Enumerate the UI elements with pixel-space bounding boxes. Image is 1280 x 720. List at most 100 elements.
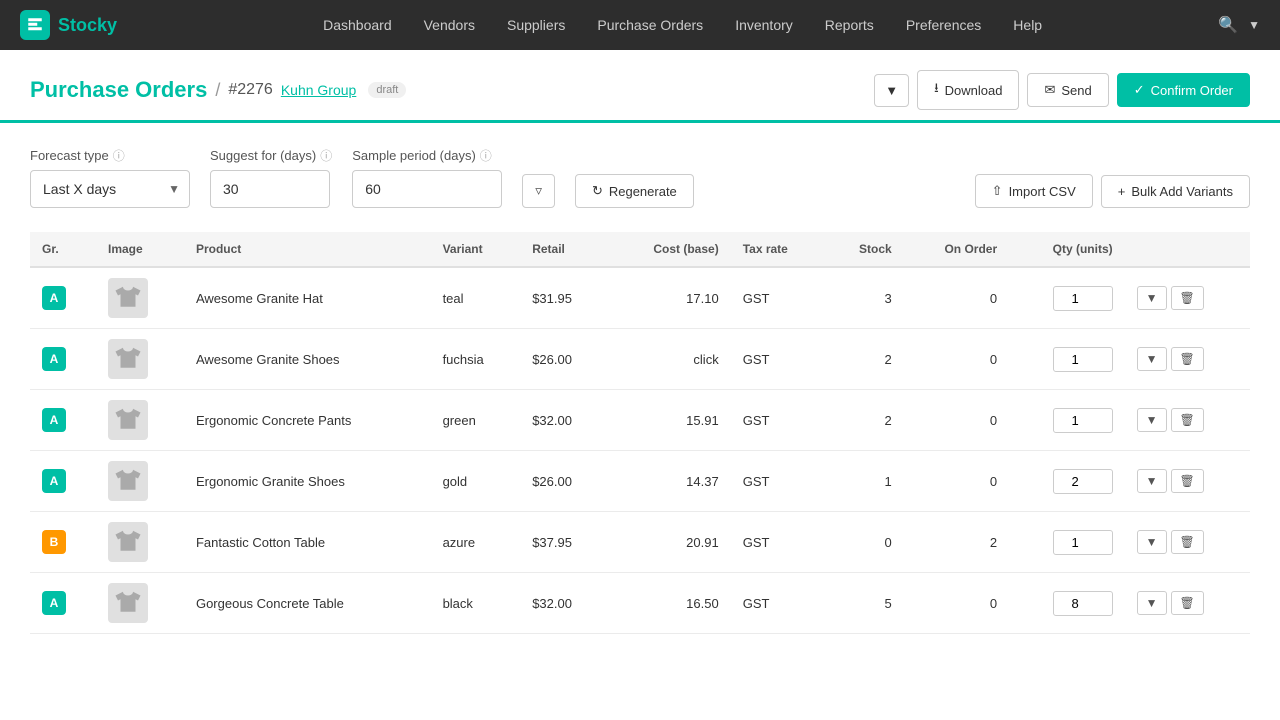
cell-product: Gorgeous Concrete Table bbox=[184, 573, 431, 634]
download-button[interactable]: ⭳ Download bbox=[917, 70, 1019, 110]
bulk-add-variants-button[interactable]: + Bulk Add Variants bbox=[1101, 175, 1250, 208]
table-header: Gr. Image Product Variant Retail Cost (b… bbox=[30, 232, 1250, 267]
row-delete-button[interactable]: 🗑 bbox=[1171, 469, 1204, 493]
product-image bbox=[108, 400, 148, 440]
row-dropdown-button[interactable]: ▼ bbox=[1137, 408, 1167, 432]
nav-suppliers[interactable]: Suppliers bbox=[491, 0, 581, 50]
col-qty: Qty (units) bbox=[1009, 232, 1124, 267]
brand[interactable]: Stocky bbox=[20, 10, 117, 40]
send-icon: ✉ bbox=[1044, 82, 1055, 98]
header-actions: ▼ ⭳ Download ✉ Send ✓ Confirm Order bbox=[874, 70, 1250, 110]
cell-variant: fuchsia bbox=[431, 329, 521, 390]
cell-variant: gold bbox=[431, 451, 521, 512]
table-row: A Gorgeous Concrete Table black $32.00 1… bbox=[30, 573, 1250, 634]
import-csv-button[interactable]: ⇧ Import CSV bbox=[975, 174, 1093, 208]
breadcrumb-order-number: #2276 bbox=[228, 81, 273, 99]
cell-tax: GST bbox=[731, 329, 826, 390]
sample-period-info-icon[interactable]: ⓘ bbox=[480, 147, 492, 164]
filter-icon: ▿ bbox=[535, 183, 542, 198]
qty-input[interactable] bbox=[1053, 408, 1113, 433]
grade-badge: A bbox=[42, 469, 66, 493]
row-delete-button[interactable]: 🗑 bbox=[1171, 408, 1204, 432]
cell-cost: 17.10 bbox=[608, 267, 731, 329]
qty-input[interactable] bbox=[1053, 469, 1113, 494]
cell-stock: 2 bbox=[826, 390, 904, 451]
col-on-order: On Order bbox=[904, 232, 1009, 267]
row-dropdown-button[interactable]: ▼ bbox=[1137, 469, 1167, 493]
send-button[interactable]: ✉ Send bbox=[1027, 73, 1108, 107]
cell-retail: $31.95 bbox=[520, 267, 608, 329]
confirm-order-button[interactable]: ✓ Confirm Order bbox=[1117, 73, 1250, 107]
cell-image bbox=[96, 451, 184, 512]
row-actions: ▼ 🗑 bbox=[1137, 591, 1238, 615]
product-image bbox=[108, 461, 148, 501]
qty-input[interactable] bbox=[1053, 530, 1113, 555]
nav-inventory[interactable]: Inventory bbox=[719, 0, 809, 50]
col-tax: Tax rate bbox=[731, 232, 826, 267]
row-delete-button[interactable]: 🗑 bbox=[1171, 286, 1204, 310]
order-status-badge: draft bbox=[368, 82, 406, 98]
cell-retail: $32.00 bbox=[520, 573, 608, 634]
regenerate-button[interactable]: ↻ Regenerate bbox=[575, 174, 694, 208]
cell-retail: $37.95 bbox=[520, 512, 608, 573]
nav-right: 🔍 ▼ bbox=[1218, 15, 1260, 35]
product-image bbox=[108, 278, 148, 318]
cell-grade: A bbox=[30, 329, 96, 390]
breadcrumb-supplier-link[interactable]: Kuhn Group bbox=[281, 82, 357, 98]
cell-grade: B bbox=[30, 512, 96, 573]
cell-cost: 15.91 bbox=[608, 390, 731, 451]
cell-qty bbox=[1009, 512, 1124, 573]
forecast-type-info-icon[interactable]: ⓘ bbox=[113, 147, 125, 164]
cell-product: Fantastic Cotton Table bbox=[184, 512, 431, 573]
cell-on-order: 0 bbox=[904, 573, 1009, 634]
forecast-type-select-wrap: Last X days ▼ bbox=[30, 170, 190, 208]
table-row: A Ergonomic Granite Shoes gold $26.00 14… bbox=[30, 451, 1250, 512]
cell-retail: $26.00 bbox=[520, 451, 608, 512]
search-icon[interactable]: 🔍 bbox=[1218, 15, 1238, 35]
qty-input[interactable] bbox=[1053, 286, 1113, 311]
nav-vendors[interactable]: Vendors bbox=[408, 0, 491, 50]
cell-on-order: 0 bbox=[904, 267, 1009, 329]
cell-retail: $26.00 bbox=[520, 329, 608, 390]
breadcrumb: Purchase Orders / #2276 Kuhn Group draft bbox=[30, 77, 406, 103]
products-table-container: Gr. Image Product Variant Retail Cost (b… bbox=[30, 232, 1250, 634]
qty-input[interactable] bbox=[1053, 591, 1113, 616]
cell-qty bbox=[1009, 451, 1124, 512]
nav-dropdown-arrow[interactable]: ▼ bbox=[1248, 18, 1260, 32]
upload-icon: ⇧ bbox=[992, 183, 1003, 199]
product-image bbox=[108, 522, 148, 562]
nav-help[interactable]: Help bbox=[997, 0, 1058, 50]
cell-stock: 0 bbox=[826, 512, 904, 573]
row-dropdown-button[interactable]: ▼ bbox=[1137, 591, 1167, 615]
grade-badge: B bbox=[42, 530, 66, 554]
row-delete-button[interactable]: 🗑 bbox=[1171, 347, 1204, 371]
forecast-type-select[interactable]: Last X days bbox=[30, 170, 190, 208]
qty-input[interactable] bbox=[1053, 347, 1113, 372]
row-delete-button[interactable]: 🗑 bbox=[1171, 530, 1204, 554]
table-row: A Awesome Granite Shoes fuchsia $26.00 c… bbox=[30, 329, 1250, 390]
row-dropdown-button[interactable]: ▼ bbox=[1137, 286, 1167, 310]
suggest-days-info-icon[interactable]: ⓘ bbox=[320, 147, 332, 164]
row-dropdown-button[interactable]: ▼ bbox=[1137, 347, 1167, 371]
more-options-button[interactable]: ▼ bbox=[874, 74, 909, 107]
filter-button[interactable]: ▿ bbox=[522, 174, 555, 208]
row-delete-button[interactable]: 🗑 bbox=[1171, 591, 1204, 615]
nav-purchase-orders[interactable]: Purchase Orders bbox=[581, 0, 719, 50]
forecast-type-group: Forecast type ⓘ Last X days ▼ bbox=[30, 147, 190, 208]
col-variant: Variant bbox=[431, 232, 521, 267]
nav-preferences[interactable]: Preferences bbox=[890, 0, 997, 50]
product-image bbox=[108, 339, 148, 379]
cell-row-actions: ▼ 🗑 bbox=[1125, 267, 1250, 329]
sample-period-input[interactable] bbox=[352, 170, 502, 208]
suggest-days-input[interactable] bbox=[210, 170, 330, 208]
cell-qty bbox=[1009, 329, 1124, 390]
cell-tax: GST bbox=[731, 451, 826, 512]
row-actions: ▼ 🗑 bbox=[1137, 408, 1238, 432]
nav-reports[interactable]: Reports bbox=[809, 0, 890, 50]
breadcrumb-purchase-orders[interactable]: Purchase Orders bbox=[30, 77, 207, 103]
cell-variant: azure bbox=[431, 512, 521, 573]
row-dropdown-button[interactable]: ▼ bbox=[1137, 530, 1167, 554]
cell-product: Ergonomic Granite Shoes bbox=[184, 451, 431, 512]
nav-dashboard[interactable]: Dashboard bbox=[307, 0, 408, 50]
navbar: Stocky Dashboard Vendors Suppliers Purch… bbox=[0, 0, 1280, 50]
